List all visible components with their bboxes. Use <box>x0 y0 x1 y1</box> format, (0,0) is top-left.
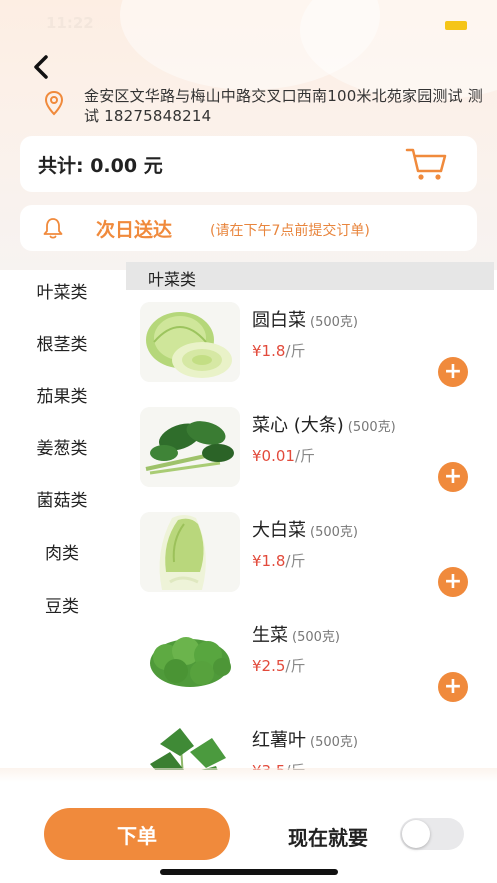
product-item[interactable]: 生菜 (500克) ¥2.5/斤 + <box>126 605 497 710</box>
product-price: ¥1.8/斤 <box>252 342 306 360</box>
product-price: ¥2.5/斤 <box>252 657 306 675</box>
product-item[interactable]: 菜心 (大条) (500克) ¥0.01/斤 + <box>126 395 497 500</box>
battery-icon <box>445 21 467 30</box>
add-to-cart-button[interactable]: + <box>438 357 468 387</box>
deliver-now-label: 现在就要 <box>288 826 368 850</box>
product-name: 菜心 (大条) (500克) <box>252 415 396 436</box>
category-item-fruit-veg[interactable]: 茄果类 <box>0 382 124 407</box>
product-unit: (500克) <box>347 420 396 435</box>
category-item-beans[interactable]: 豆类 <box>0 592 124 617</box>
location-pin-icon <box>44 90 64 116</box>
total-card: 共计: 0.00 元 <box>20 136 477 192</box>
toggle-knob <box>402 820 430 848</box>
status-time: 11:22 <box>46 14 94 32</box>
product-unit: (500克) <box>310 315 358 330</box>
product-image-cabbage <box>140 302 240 382</box>
product-image-napa-cabbage <box>140 512 240 592</box>
plus-icon: + <box>443 674 463 699</box>
product-name: 红薯叶 (500克) <box>252 730 358 751</box>
chevron-left-icon <box>34 55 48 79</box>
section-title: 叶菜类 <box>148 270 197 289</box>
product-list[interactable]: 圆白菜 (500克) ¥1.8/斤 + 菜心 (大条) (500克) ¥0.01/斤 <box>126 290 497 770</box>
product-unit: (500克) <box>292 630 340 645</box>
deliver-now-toggle[interactable] <box>400 818 464 850</box>
add-to-cart-button[interactable]: + <box>438 462 468 492</box>
category-item-meat[interactable]: 肉类 <box>0 539 124 564</box>
bell-icon <box>43 218 63 239</box>
product-unit: (500克) <box>310 735 358 750</box>
product-item[interactable]: 圆白菜 (500克) ¥1.8/斤 + <box>126 290 497 395</box>
product-name: 圆白菜 (500克) <box>252 310 358 331</box>
product-image-lettuce <box>140 617 240 697</box>
status-bar: 11:22 <box>0 0 497 44</box>
product-name: 大白菜 (500克) <box>252 520 358 541</box>
list-fade <box>0 768 497 782</box>
back-button[interactable] <box>26 52 56 82</box>
place-order-button[interactable]: 下单 <box>44 808 230 860</box>
product-image-choy-sum <box>140 407 240 487</box>
category-item-mushroom[interactable]: 菌菇类 <box>0 486 124 511</box>
product-price: ¥0.01/斤 <box>252 447 316 465</box>
category-item-leafy[interactable]: 叶菜类 <box>0 278 124 303</box>
category-item-ginger-onion[interactable]: 姜葱类 <box>0 434 124 459</box>
section-header: 叶菜类 <box>126 262 494 290</box>
product-item[interactable]: 大白菜 (500克) ¥1.8/斤 + <box>126 500 497 605</box>
product-name: 生菜 (500克) <box>252 625 340 646</box>
add-to-cart-button[interactable]: + <box>438 567 468 597</box>
product-item[interactable]: 红薯叶(500克) ¥3.5/斤 + <box>126 710 497 770</box>
category-item-root[interactable]: 根茎类 <box>0 330 124 355</box>
plus-icon: + <box>443 359 463 384</box>
shopping-cart-icon[interactable] <box>405 146 449 182</box>
bottom-bar: 下单 现在就要 <box>0 782 497 883</box>
product-image-sweet-potato-leaves <box>140 722 240 770</box>
delivery-title: 次日送达 <box>96 219 173 241</box>
home-indicator <box>160 869 338 875</box>
delivery-notice: 次日送达 (请在下午7点前提交订单) <box>20 205 477 251</box>
product-price: ¥1.8/斤 <box>252 552 306 570</box>
add-to-cart-button[interactable]: + <box>438 672 468 702</box>
delivery-note: (请在下午7点前提交订单) <box>210 223 370 239</box>
total-label: 共计: 0.00 元 <box>38 155 163 177</box>
product-unit: (500克) <box>310 525 358 540</box>
plus-icon: + <box>443 569 463 594</box>
address-text: 金安区文华路与梅山中路交叉口西南100米北苑家园测试 测试 1827584821… <box>84 87 484 125</box>
plus-icon: + <box>443 464 463 489</box>
